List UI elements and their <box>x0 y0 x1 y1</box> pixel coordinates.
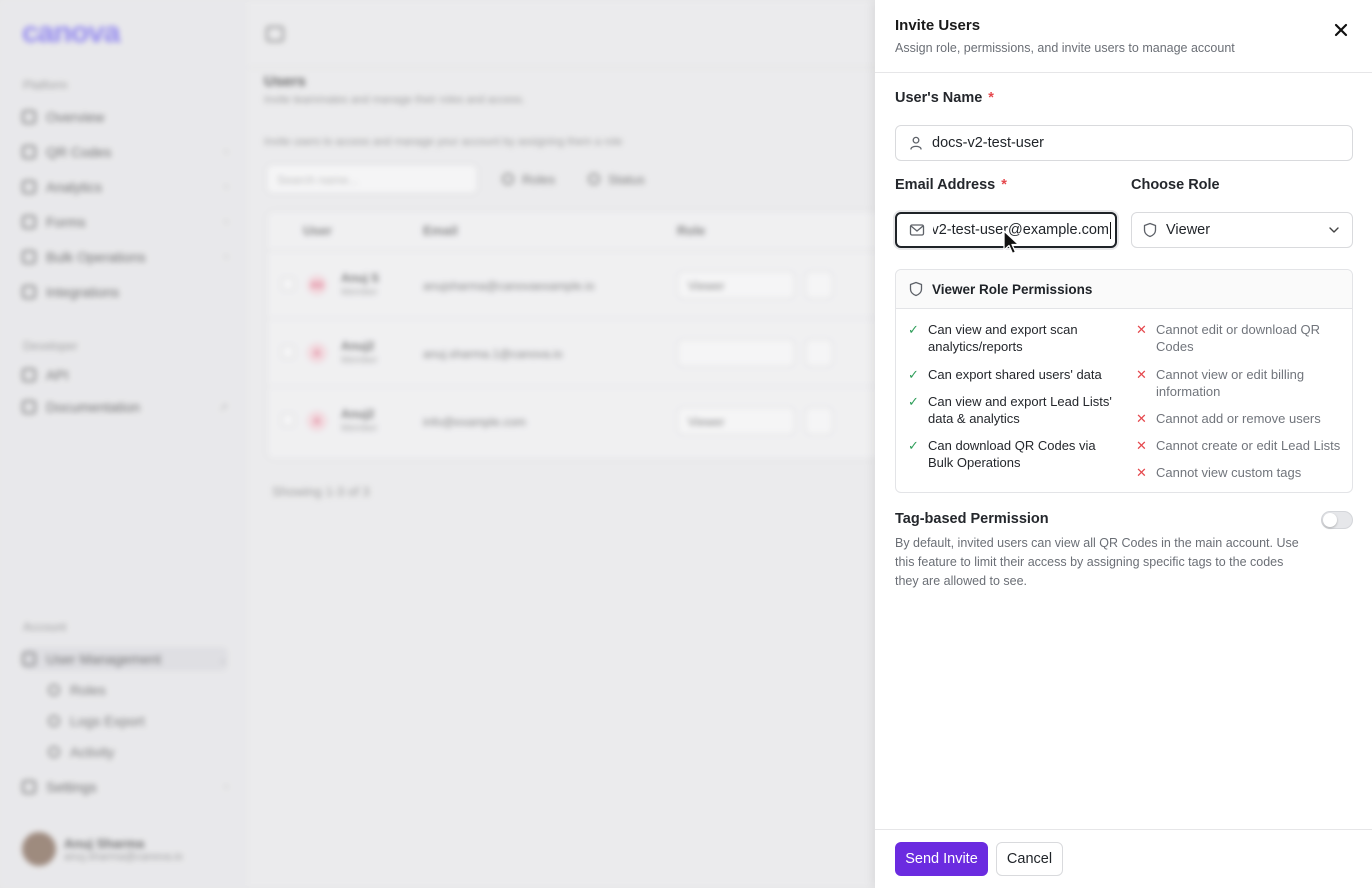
permission-allowed: ✓ Can view and export scan analytics/repo… <box>908 321 1108 355</box>
close-icon[interactable] <box>1331 21 1351 41</box>
invite-users-drawer: Invite Users Assign role, permissions, a… <box>875 0 1372 888</box>
permission-text: Cannot add or remove users <box>1156 411 1321 426</box>
drawer-subtitle: Assign role, permissions, and invite use… <box>895 41 1235 55</box>
role-label: Choose Role <box>1131 177 1220 193</box>
permissions-title: Viewer Role Permissions <box>932 281 1093 297</box>
permission-allowed: ✓ Can view and export Lead Lists' data & … <box>908 393 1120 427</box>
send-invite-button[interactable]: Send Invite <box>895 842 988 876</box>
permissions-header: Viewer Role Permissions <box>896 270 1352 309</box>
name-label: User's Name * <box>895 90 994 106</box>
permission-denied: ✕ Cannot create or edit Lead Lists <box>1136 437 1352 454</box>
x-icon: ✕ <box>1136 438 1147 453</box>
permission-denied: ✕ Cannot edit or download QR Codes <box>1136 321 1346 355</box>
check-icon: ✓ <box>908 438 919 453</box>
shield-icon <box>1143 222 1157 238</box>
permission-denied: ✕ Cannot view custom tags <box>1136 464 1352 481</box>
check-icon: ✓ <box>908 322 919 337</box>
x-icon: ✕ <box>1136 465 1147 480</box>
mouse-cursor-icon <box>1003 230 1020 255</box>
x-icon: ✕ <box>1136 367 1147 382</box>
name-value: docs-v2-test-user <box>932 135 1045 151</box>
mail-icon <box>909 224 925 236</box>
permission-text: Cannot view custom tags <box>1156 465 1302 480</box>
name-label-text: User's Name <box>895 90 983 106</box>
tag-permission-title: Tag-based Permission <box>895 511 1049 527</box>
permission-text: Can view and export scan analytics/repor… <box>928 322 1078 354</box>
required-mark: * <box>988 90 994 106</box>
role-value: Viewer <box>1166 222 1211 238</box>
check-icon: ✓ <box>908 367 919 382</box>
permission-text: Cannot edit or download QR Codes <box>1156 322 1321 354</box>
user-icon <box>910 136 922 150</box>
permission-allowed: ✓ Can export shared users' data <box>908 366 1108 383</box>
permission-text: Cannot view or edit billing information <box>1156 367 1305 399</box>
required-mark: * <box>1001 177 1007 193</box>
drawer-title: Invite Users <box>895 17 981 34</box>
chevron-down-icon <box>1329 227 1339 233</box>
tag-permission-toggle[interactable] <box>1321 511 1353 529</box>
check-icon: ✓ <box>908 394 919 409</box>
permission-text: Cannot create or edit Lead Lists <box>1156 438 1341 453</box>
x-icon: ✕ <box>1136 322 1147 337</box>
email-value: docs-v2-test-user@example.com <box>933 222 1109 238</box>
email-label: Email Address * <box>895 177 1007 193</box>
permission-text: Can download QR Codes via Bulk Operation… <box>928 438 1096 470</box>
text-caret <box>1110 221 1111 239</box>
email-value-text: docs-v2-test-user@example.com <box>933 222 1109 238</box>
shield-icon <box>909 281 923 297</box>
email-label-text: Email Address <box>895 177 996 193</box>
permission-allowed: ✓ Can download QR Codes via Bulk Operatio… <box>908 437 1108 471</box>
permission-denied: ✕ Cannot view or edit billing information <box>1136 366 1346 400</box>
toggle-knob <box>1323 513 1337 527</box>
role-select[interactable]: Viewer <box>1131 212 1353 248</box>
x-icon: ✕ <box>1136 411 1147 426</box>
cancel-button[interactable]: Cancel <box>996 842 1063 876</box>
permission-text: Can export shared users' data <box>928 367 1102 382</box>
permission-denied: ✕ Cannot add or remove users <box>1136 410 1352 427</box>
permission-text: Can view and export Lead Lists' data & a… <box>928 394 1112 426</box>
divider <box>875 72 1372 73</box>
permissions-panel: Viewer Role Permissions ✓ Can view and ex… <box>895 269 1353 493</box>
divider <box>875 829 1372 830</box>
name-field[interactable]: docs-v2-test-user <box>895 125 1353 161</box>
tag-permission-description: By default, invited users can view all Q… <box>895 536 1299 588</box>
